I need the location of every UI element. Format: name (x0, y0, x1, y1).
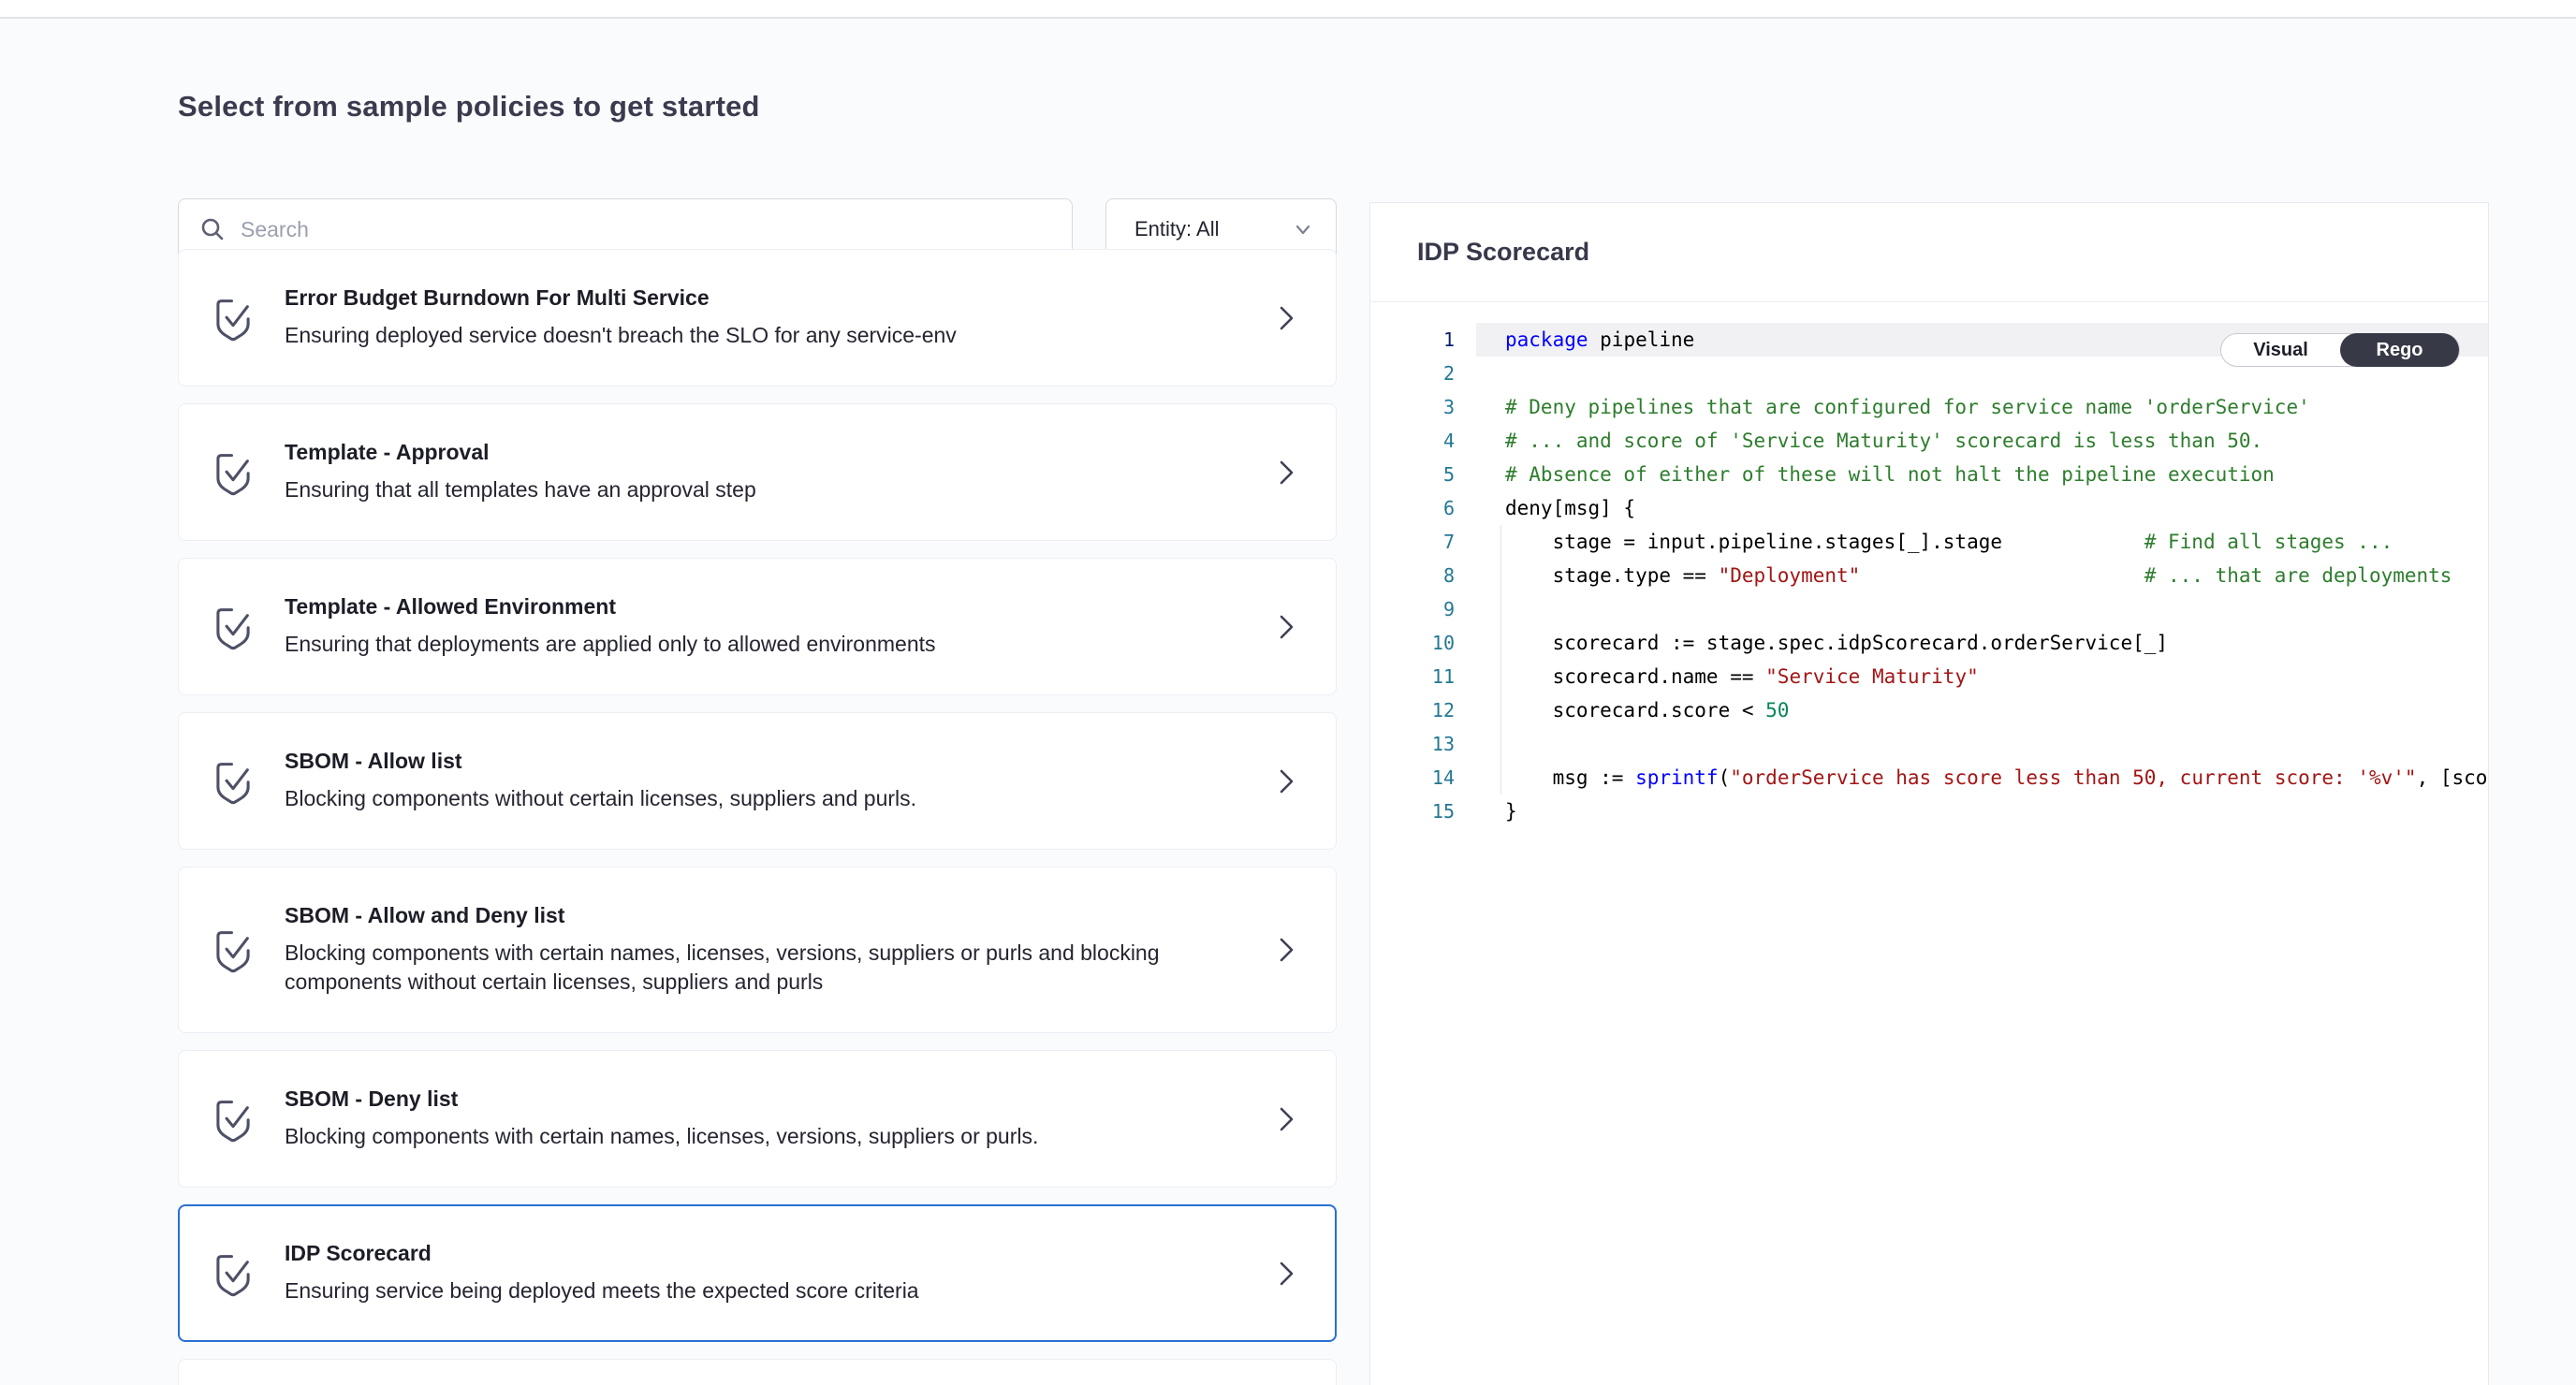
policy-card-6[interactable]: SBOM - Deny list Blocking components wit… (178, 1050, 1337, 1188)
code-line-6: 6deny[msg] { (1370, 491, 2488, 525)
chevron-right-icon[interactable] (1274, 1103, 1298, 1135)
policy-card-2[interactable]: Template - Approval Ensuring that all te… (178, 403, 1337, 541)
shield-check-icon (212, 1096, 260, 1143)
code-line-14: 14 msg := sprintf("orderService has scor… (1370, 761, 2488, 795)
line-number: 6 (1370, 491, 1455, 525)
policy-card-5[interactable]: SBOM - Allow and Deny list Blocking comp… (178, 867, 1337, 1033)
code-line-13: 13 (1370, 727, 2488, 761)
policy-text: Error Budget Burndown For Multi Service … (285, 285, 1255, 350)
code-line-3: 3# Deny pipelines that are configured fo… (1370, 390, 2488, 424)
code-line-11: 11 scorecard.name == "Service Maturity" (1370, 660, 2488, 693)
policy-text: SBOM - Allow list Blocking components wi… (285, 749, 1255, 813)
policy-text: SBOM - Deny list Blocking components wit… (285, 1086, 1255, 1151)
shield-check-icon (212, 926, 260, 973)
shield-check-icon (212, 758, 260, 805)
policy-text: SBOM - Allow and Deny list Blocking comp… (285, 903, 1255, 997)
detail-header: IDP Scorecard (1370, 203, 2488, 302)
code-line-4: 4# ... and score of 'Service Maturity' s… (1370, 424, 2488, 458)
visual-rego-toggle: Visual Rego (2220, 333, 2460, 367)
line-number: 12 (1370, 693, 1455, 727)
search-icon (199, 216, 226, 242)
code-line-8: 8 stage.type == "Deployment" # ... that … (1370, 559, 2488, 592)
policy-list: Error Budget Burndown For Multi Service … (178, 277, 1337, 1385)
policy-title: SBOM - Allow and Deny list (285, 903, 1255, 928)
code-line-10: 10 scorecard := stage.spec.idpScorecard.… (1370, 626, 2488, 660)
policy-title: IDP Scorecard (285, 1241, 1255, 1266)
code-line-9: 9 (1370, 592, 2488, 626)
chevron-right-icon[interactable] (1274, 934, 1298, 966)
line-number: 1 (1370, 323, 1455, 357)
line-number: 8 (1370, 559, 1455, 592)
chevron-right-icon[interactable] (1274, 302, 1298, 334)
line-number: 15 (1370, 795, 1455, 828)
chevron-down-icon (1293, 219, 1313, 240)
policy-title: SBOM - Deny list (285, 1086, 1255, 1112)
policy-description: Ensuring service being deployed meets th… (285, 1276, 1255, 1305)
chevron-right-icon[interactable] (1274, 1258, 1298, 1290)
code-line-12: 12 scorecard.score < 50 (1370, 693, 2488, 727)
code-line-7: 7 stage = input.pipeline.stages[_].stage… (1370, 525, 2488, 559)
page-title: Select from sample policies to get start… (178, 90, 760, 124)
line-number: 11 (1370, 660, 1455, 693)
policy-description: Blocking components without certain lice… (285, 784, 1255, 813)
policy-list-panel: Search Entity: All Error Budget Burndown… (178, 198, 1337, 1385)
policy-description: Blocking components with certain names, … (285, 939, 1255, 997)
shield-check-icon (212, 1250, 260, 1297)
policy-text: IDP Scorecard Ensuring service being dep… (285, 1241, 1255, 1305)
line-number: 10 (1370, 626, 1455, 660)
code-editor[interactable]: 1package pipeline23# Deny pipelines that… (1370, 302, 2488, 828)
code-line-5: 5# Absence of either of these will not h… (1370, 458, 2488, 491)
policy-card-1[interactable]: Error Budget Burndown For Multi Service … (178, 249, 1337, 386)
chevron-right-icon[interactable] (1274, 765, 1298, 797)
policy-description: Ensuring deployed service doesn't breach… (285, 321, 1255, 350)
line-number: 13 (1370, 727, 1455, 761)
line-number: 9 (1370, 592, 1455, 626)
policy-title: Template - Allowed Environment (285, 594, 1255, 620)
line-number: 7 (1370, 525, 1455, 559)
code-line-15: 15} (1370, 795, 2488, 828)
line-number: 5 (1370, 458, 1455, 491)
policy-text: Template - Approval Ensuring that all te… (285, 440, 1255, 504)
policy-description: Blocking components with certain names, … (285, 1122, 1255, 1151)
detail-title: IDP Scorecard (1417, 238, 1589, 267)
indent-guide (1500, 525, 1501, 795)
code-lines: 1package pipeline23# Deny pipelines that… (1370, 323, 2488, 828)
search-placeholder: Search (241, 217, 309, 242)
policy-title: Template - Approval (285, 440, 1255, 465)
policy-card-7[interactable]: IDP Scorecard Ensuring service being dep… (178, 1204, 1337, 1342)
toggle-visual-button[interactable]: Visual (2221, 333, 2340, 367)
entity-filter-label: Entity: All (1134, 217, 1219, 241)
shield-check-icon (212, 449, 260, 496)
top-bar (0, 0, 2576, 19)
policy-samples-screen: Select from sample policies to get start… (0, 0, 2576, 1385)
line-number: 4 (1370, 424, 1455, 458)
line-number: 2 (1370, 357, 1455, 390)
policy-card-3[interactable]: Template - Allowed Environment Ensuring … (178, 558, 1337, 695)
shield-check-icon (212, 295, 260, 342)
policy-card-partially-scrolled[interactable] (178, 1359, 1337, 1385)
policy-description: Ensuring that all templates have an appr… (285, 475, 1255, 504)
chevron-right-icon[interactable] (1274, 457, 1298, 488)
toggle-rego-button[interactable]: Rego (2340, 333, 2459, 367)
line-number: 14 (1370, 761, 1455, 795)
policy-title: Error Budget Burndown For Multi Service (285, 285, 1255, 311)
policy-text: Template - Allowed Environment Ensuring … (285, 594, 1255, 659)
policy-description: Ensuring that deployments are applied on… (285, 630, 1255, 659)
chevron-right-icon[interactable] (1274, 611, 1298, 643)
policy-title: SBOM - Allow list (285, 749, 1255, 774)
shield-check-icon (212, 604, 260, 650)
policy-card-4[interactable]: SBOM - Allow list Blocking components wi… (178, 712, 1337, 850)
line-number: 3 (1370, 390, 1455, 424)
policy-detail-panel: IDP Scorecard 1package pipeline23# Deny … (1369, 202, 2489, 1385)
